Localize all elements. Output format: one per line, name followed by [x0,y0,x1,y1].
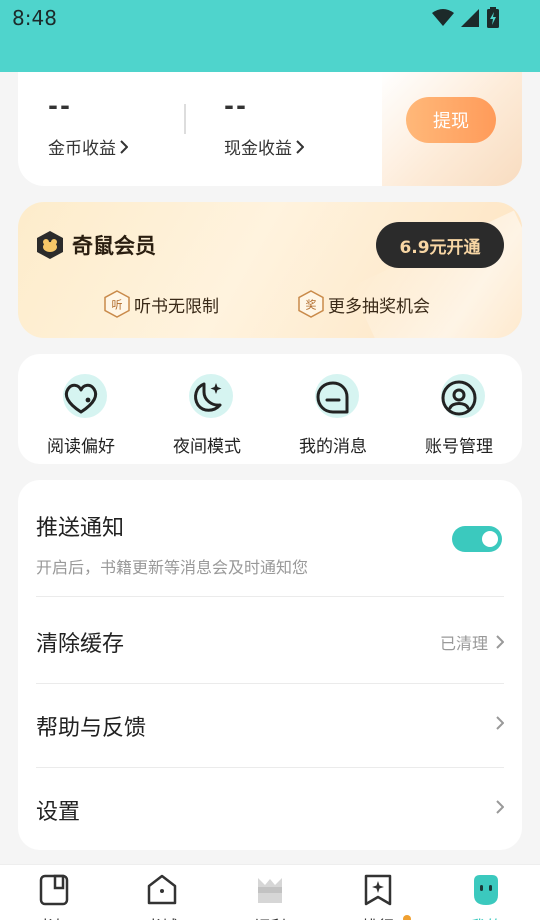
profile-icon [474,875,498,905]
quick-action-messages[interactable]: 我的消息 [278,372,388,457]
ranking-icon [364,874,392,906]
welfare-icon [258,878,282,903]
heart-icon [64,383,98,414]
svg-text:奖: 奖 [306,298,317,312]
nav-label: 书城 [146,913,178,920]
chevron-right-icon [496,800,504,814]
nav-label: 排行 [362,913,394,920]
cash-earnings-value: -- [224,92,248,120]
divider [36,596,504,597]
account-icon [441,380,477,416]
withdraw-button[interactable]: 提现 [406,97,496,143]
moon-icon [194,382,222,412]
cash-earnings[interactable]: -- 现金收益 [224,92,304,159]
chevron-right-icon [496,635,504,649]
settings-card: 推送通知 开启后，书籍更新等消息会及时通知您 清除缓存 已清理 帮助与反馈 设置 [18,480,522,850]
nav-label: 福利 [254,913,286,920]
settings-title: 设置 [36,800,81,825]
vip-badge-icon [37,231,63,259]
bottom-nav: 书架 书城 福利 排行 我的 [0,864,540,920]
clear-cache-row[interactable]: 清除缓存 [36,626,504,658]
vip-perk-listen-text: 听书无限制 [134,296,219,317]
status-time: 8:48 [12,6,57,30]
divider [36,767,504,768]
coin-earnings[interactable]: -- 金币收益 [48,92,128,159]
battery-icon [487,7,499,28]
earnings-divider [184,104,186,134]
quick-action-label: 阅读偏好 [47,437,115,457]
svg-text:听: 听 [112,299,123,312]
earnings-card: -- 金币收益 -- 现金收益 提现 [18,72,522,186]
vip-card[interactable]: 奇鼠会员 6.9元开通 听 听书无限制 奖 更多抽奖机会 [18,202,522,338]
bookshelf-icon [39,874,69,906]
wifi-icon [432,9,454,26]
nav-ranking[interactable]: 排行 [324,873,432,920]
vip-perk-listen: 听 听书无限制 [104,290,219,318]
ranking-badge-dot [403,915,411,920]
coin-earnings-value: -- [48,92,72,120]
quick-action-account[interactable]: 账号管理 [404,372,514,457]
divider [36,683,504,684]
status-bar: 8:48 [0,0,540,72]
bookstore-icon [147,874,177,905]
chevron-right-icon [496,716,504,730]
vip-perk-lottery-text: 更多抽奖机会 [328,296,430,317]
quick-action-label: 夜间模式 [173,437,241,457]
clear-cache-title: 清除缓存 [36,632,125,657]
nav-profile[interactable]: 我的 [432,873,540,920]
nav-bookshelf[interactable]: 书架 [0,873,108,920]
quick-action-night-mode[interactable]: 夜间模式 [152,372,262,457]
vip-title: 奇鼠会员 [72,233,156,258]
signal-icon [461,9,479,27]
clear-cache-status: 已清理 [439,634,488,653]
chevron-right-icon [120,139,128,154]
vip-perk-lottery: 奖 更多抽奖机会 [298,290,430,318]
push-notification-title: 推送通知 [36,516,125,541]
push-notification-toggle[interactable] [452,526,502,552]
nav-bookstore[interactable]: 书城 [108,873,216,920]
nav-label: 我的 [470,913,502,920]
help-feedback-row[interactable]: 帮助与反馈 [36,710,504,742]
cash-earnings-label: 现金收益 [224,139,292,159]
vip-open-button[interactable]: 6.9元开通 [376,222,504,268]
quick-action-reading-preference[interactable]: 阅读偏好 [26,372,136,457]
coin-earnings-label: 金币收益 [48,139,116,159]
message-icon [316,381,349,414]
help-feedback-title: 帮助与反馈 [36,716,147,741]
listen-badge-icon: 听 [104,290,130,318]
quick-action-label: 我的消息 [299,437,367,457]
quick-action-label: 账号管理 [425,437,493,457]
quick-actions-card: 阅读偏好 夜间模式 我的消息 账号管理 [18,354,522,464]
nav-label: 书架 [38,913,70,920]
nav-welfare[interactable]: 福利 [216,873,324,920]
push-notification-row: 推送通知 开启后，书籍更新等消息会及时通知您 [36,510,504,578]
chevron-right-icon [296,139,304,154]
push-notification-subtitle: 开启后，书籍更新等消息会及时通知您 [36,558,309,577]
settings-row[interactable]: 设置 [36,794,504,826]
lottery-badge-icon: 奖 [298,290,324,318]
